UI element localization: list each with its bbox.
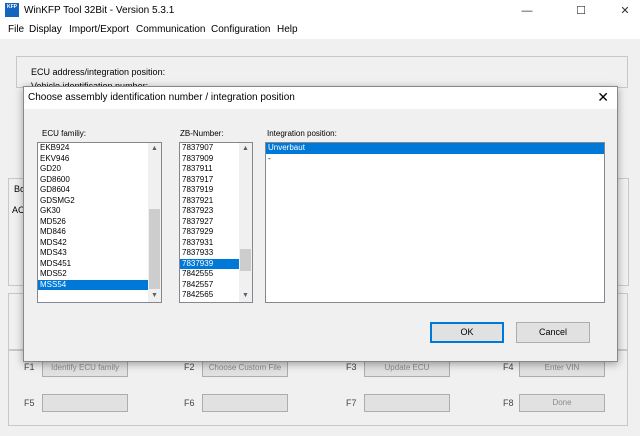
f7-button[interactable]	[364, 394, 450, 412]
dialog-close-icon[interactable]: ✕	[597, 89, 609, 105]
ecu-family-item[interactable]: EKB924	[38, 143, 161, 154]
ecu-family-item[interactable]: MSS54	[38, 279, 161, 290]
menu-display[interactable]: Display	[29, 24, 62, 35]
scroll-up-icon[interactable]: ▲	[148, 143, 161, 155]
minimize-button[interactable]: —	[512, 3, 542, 19]
f5-button[interactable]	[42, 394, 128, 412]
ecu-family-list[interactable]: EKB924 EKV946 GD20 GD8600 GD8604 GDSMG2 GK30 MD…	[37, 142, 162, 303]
window-title: WinKFP Tool 32Bit - Version 5.3.1	[24, 5, 175, 16]
fkey-label-f4: F4	[503, 362, 514, 372]
menu-configuration[interactable]: Configuration	[211, 24, 270, 35]
ecu-family-item[interactable]: MDS43	[38, 248, 161, 259]
menu-communication[interactable]: Communication	[136, 24, 205, 35]
ecu-family-item[interactable]: GD8604	[38, 185, 161, 196]
ecu-family-item[interactable]: GD20	[38, 164, 161, 175]
integration-position-list[interactable]: Unverbaut -	[265, 142, 605, 303]
menu-help[interactable]: Help	[277, 24, 298, 35]
close-window-button[interactable]: ✕	[610, 3, 640, 19]
scroll-thumb[interactable]	[149, 209, 160, 289]
zb-number-scrollbar[interactable]: ▲ ▼	[239, 143, 252, 302]
scroll-thumb[interactable]	[240, 249, 251, 271]
right-group-box	[617, 178, 629, 286]
zb-number-list[interactable]: 7837907 7837909 7837911 7837917 7837919 78379…	[179, 142, 253, 303]
fkey-label-f8: F8	[503, 398, 514, 408]
fkey-label-f7: F7	[346, 398, 357, 408]
fkey-label-f1: F1	[24, 362, 35, 372]
menu-bar: File Display Import/Export Communication…	[0, 22, 640, 39]
ecu-family-item[interactable]: EKV946	[38, 154, 161, 165]
ok-button[interactable]: OK	[430, 322, 504, 343]
ecu-family-item[interactable]: MD526	[38, 217, 161, 228]
dialog-title-bar: Choose assembly identification number / …	[24, 87, 617, 109]
zb-number-label: ZB-Number:	[180, 129, 224, 138]
ecu-family-item[interactable]: MDS451	[38, 259, 161, 270]
fkey-label-f3: F3	[346, 362, 357, 372]
ecu-family-item[interactable]: GK30	[38, 206, 161, 217]
integration-position-label: Integration position:	[267, 129, 337, 138]
fkey-label-f2: F2	[184, 362, 195, 372]
integration-position-item[interactable]: -	[266, 154, 604, 165]
ecu-family-item[interactable]: GDSMG2	[38, 196, 161, 207]
menu-file[interactable]: File	[8, 24, 24, 35]
left-group-box	[8, 178, 24, 286]
scroll-down-icon[interactable]: ▼	[239, 290, 252, 302]
menu-import-export[interactable]: Import/Export	[69, 24, 129, 35]
ecu-address-label: ECU address/integration position:	[31, 67, 166, 77]
ecu-family-items: EKB924 EKV946 GD20 GD8600 GD8604 GDSMG2 GK30 MD…	[38, 143, 161, 290]
cancel-button[interactable]: Cancel	[516, 322, 590, 343]
integration-position-items: Unverbaut -	[266, 143, 604, 164]
scroll-up-icon[interactable]: ▲	[239, 143, 252, 155]
ecu-family-scrollbar[interactable]: ▲ ▼	[148, 143, 161, 302]
ecu-family-item[interactable]: MDS42	[38, 238, 161, 249]
fkey-label-f6: F6	[184, 398, 195, 408]
ecu-family-label: ECU familiy:	[42, 129, 87, 138]
winkfp-app-icon: KFP	[5, 3, 19, 17]
ecu-family-item[interactable]: GD8600	[38, 175, 161, 186]
maximize-button[interactable]: ☐	[566, 3, 596, 19]
ecu-family-item[interactable]: MD846	[38, 227, 161, 238]
ecu-family-item[interactable]: MDS52	[38, 269, 161, 280]
integration-position-item[interactable]: Unverbaut	[266, 143, 604, 154]
fkey-label-f5: F5	[24, 398, 35, 408]
title-bar: KFP WinKFP Tool 32Bit - Version 5.3.1 — …	[0, 0, 640, 22]
dialog-title: Choose assembly identification number / …	[28, 92, 295, 103]
f6-button[interactable]	[202, 394, 288, 412]
scroll-down-icon[interactable]: ▼	[148, 290, 161, 302]
assembly-id-dialog: Choose assembly identification number / …	[23, 86, 618, 362]
done-button[interactable]: Done	[519, 394, 605, 412]
